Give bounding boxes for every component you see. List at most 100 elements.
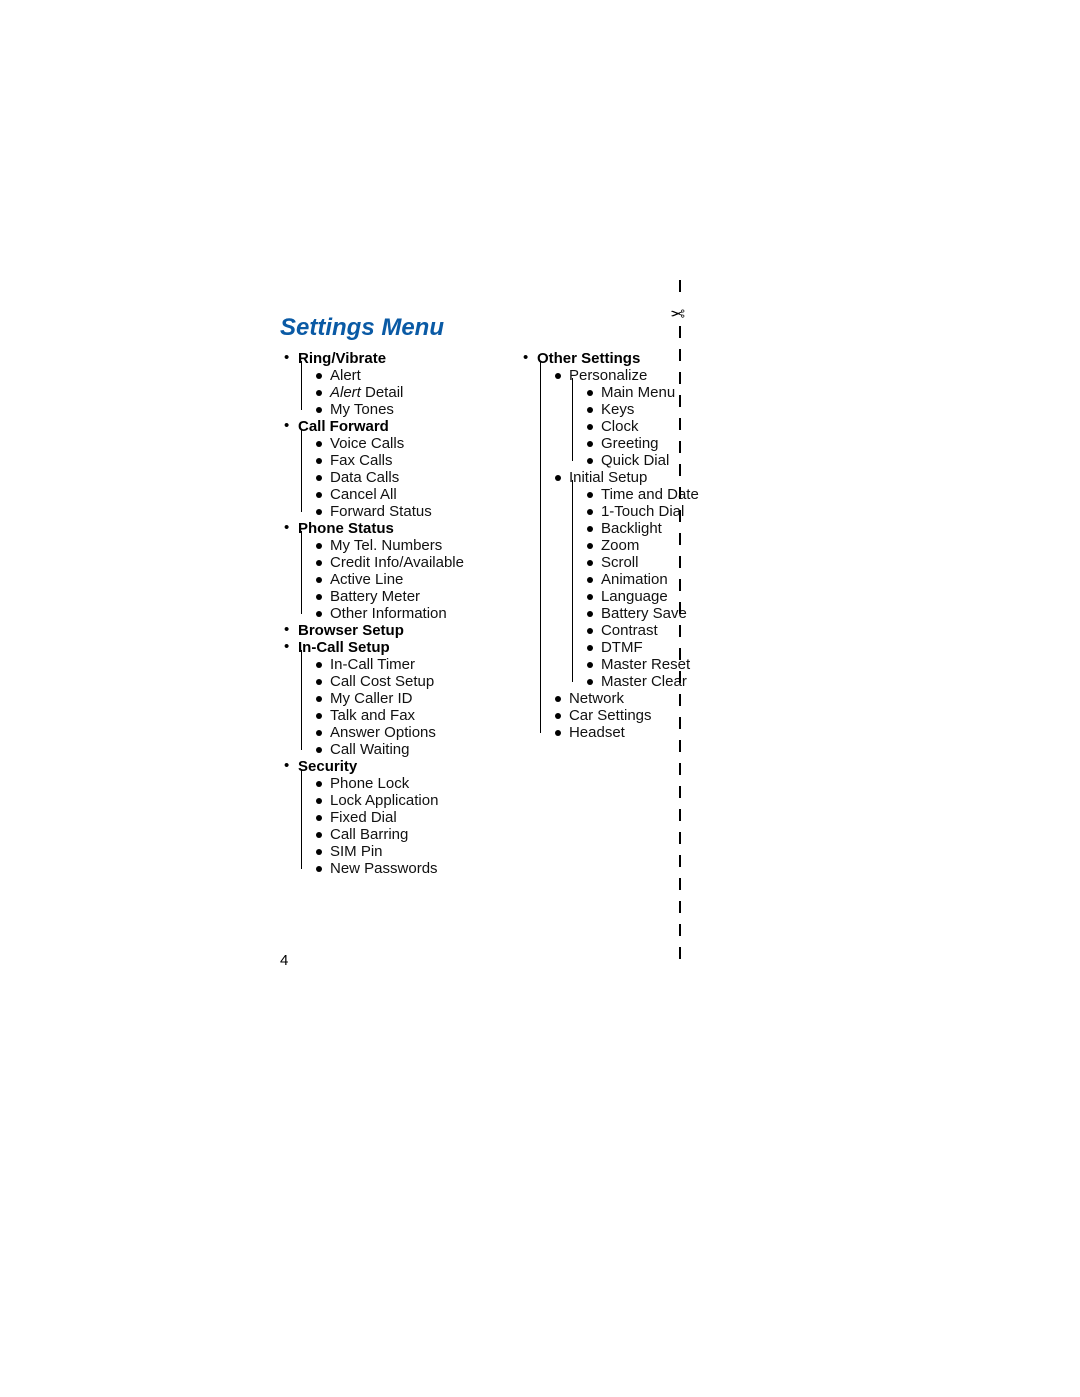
menu-item: Battery Meter — [316, 588, 464, 605]
cut-dash — [679, 556, 681, 568]
menu-item: Call Barring — [316, 826, 464, 843]
menu-item-label: Greeting — [601, 435, 659, 452]
menu-item: Forward Status — [316, 503, 464, 520]
cut-dash — [679, 717, 681, 729]
cut-dash — [679, 740, 681, 752]
menu-item-label: Fixed Dial — [330, 809, 397, 826]
menu-item: Other SettingsPersonalizeMain MenuKeysCl… — [519, 350, 699, 741]
menu-item: New Passwords — [316, 860, 464, 877]
menu-item-label: Backlight — [601, 520, 662, 537]
menu-item-label: My Caller ID — [330, 690, 413, 707]
menu-item-label: Alert — [330, 367, 361, 384]
menu-list-level-2: AlertAlert DetailMy Tones — [298, 367, 464, 418]
menu-item-label: Call Waiting — [330, 741, 409, 758]
menu-item-label: Forward Status — [330, 503, 432, 520]
cut-dash — [679, 809, 681, 821]
cut-line: ✂ — [673, 280, 687, 980]
page: Settings Menu Ring/VibrateAlertAlert Det… — [0, 0, 1080, 1397]
menu-item: Call ForwardVoice CallsFax CallsData Cal… — [280, 418, 464, 520]
cut-dash — [679, 579, 681, 591]
menu-item-label: Alert Detail — [330, 384, 403, 401]
menu-list-level-2: Voice CallsFax CallsData CallsCancel All… — [298, 435, 464, 520]
menu-item: Fixed Dial — [316, 809, 464, 826]
menu-item: Voice Calls — [316, 435, 464, 452]
menu-item: Active Line — [316, 571, 464, 588]
menu-item-label: Active Line — [330, 571, 403, 588]
menu-item-label: Contrast — [601, 622, 658, 639]
scissors-icon: ✂ — [670, 304, 685, 322]
menu-item: Credit Info/Available — [316, 554, 464, 571]
cut-dash — [679, 349, 681, 361]
menu-item: My Caller ID — [316, 690, 464, 707]
menu-item-label: Fax Calls — [330, 452, 393, 469]
menu-item: In-Call SetupIn-Call TimerCall Cost Setu… — [280, 639, 464, 758]
menu-list-level-2: My Tel. NumbersCredit Info/AvailableActi… — [298, 537, 464, 622]
menu-item-label: Answer Options — [330, 724, 436, 741]
menu-list-level-1: Ring/VibrateAlertAlert DetailMy TonesCal… — [280, 350, 464, 877]
menu-item-label: Battery Meter — [330, 588, 420, 605]
menu-item: Lock Application — [316, 792, 464, 809]
menu-columns: Ring/VibrateAlertAlert DetailMy TonesCal… — [280, 350, 699, 877]
cut-dash — [679, 763, 681, 775]
menu-item-label: Language — [601, 588, 668, 605]
cut-dash — [679, 487, 681, 499]
menu-item-label: My Tones — [330, 401, 394, 418]
cut-dash — [679, 648, 681, 660]
menu-item: Phone Lock — [316, 775, 464, 792]
cut-dash — [679, 326, 681, 338]
menu-item: Call Waiting — [316, 741, 464, 758]
menu-item-label: Main Menu — [601, 384, 675, 401]
menu-item-label: Zoom — [601, 537, 639, 554]
cut-dash — [679, 947, 681, 959]
menu-item: SecurityPhone LockLock ApplicationFixed … — [280, 758, 464, 877]
menu-item: My Tel. Numbers — [316, 537, 464, 554]
menu-item-label: 1-Touch Dial — [601, 503, 684, 520]
cut-dash — [679, 418, 681, 430]
menu-item-label: SIM Pin — [330, 843, 383, 860]
cut-dash — [679, 510, 681, 522]
menu-list-level-2: In-Call TimerCall Cost SetupMy Caller ID… — [298, 656, 464, 758]
menu-item-label: New Passwords — [330, 860, 438, 877]
menu-item-label: Cancel All — [330, 486, 397, 503]
cut-dash — [679, 832, 681, 844]
cut-dash — [679, 395, 681, 407]
menu-item-label: My Tel. Numbers — [330, 537, 442, 554]
menu-item-label: Call Forward — [298, 418, 389, 435]
left-column: Ring/VibrateAlertAlert DetailMy TonesCal… — [280, 350, 464, 877]
menu-item-label: Ring/Vibrate — [298, 350, 386, 367]
menu-item: My Tones — [316, 401, 464, 418]
menu-item-label: Phone Lock — [330, 775, 409, 792]
menu-item-label: Browser Setup — [298, 622, 404, 639]
menu-item-label: Credit Info/Available — [330, 554, 464, 571]
menu-list-level-2: Phone LockLock ApplicationFixed DialCall… — [298, 775, 464, 877]
menu-item-label: Scroll — [601, 554, 639, 571]
cut-dash — [679, 786, 681, 798]
menu-item-label: Lock Application — [330, 792, 438, 809]
menu-item: Alert — [316, 367, 464, 384]
menu-item: Phone StatusMy Tel. NumbersCredit Info/A… — [280, 520, 464, 622]
menu-item: Fax Calls — [316, 452, 464, 469]
menu-item: In-Call Timer — [316, 656, 464, 673]
menu-item-label: Headset — [569, 724, 625, 741]
menu-item-label: Security — [298, 758, 357, 775]
menu-item-label: Car Settings — [569, 707, 652, 724]
cut-dash — [679, 602, 681, 614]
menu-item-label: Quick Dial — [601, 452, 669, 469]
menu-item-label: Talk and Fax — [330, 707, 415, 724]
menu-item-label: Call Barring — [330, 826, 408, 843]
page-number: 4 — [280, 952, 288, 969]
cut-dash — [679, 924, 681, 936]
cut-dash — [679, 901, 681, 913]
menu-item: Ring/VibrateAlertAlert DetailMy Tones — [280, 350, 464, 418]
menu-item-label: Other Information — [330, 605, 447, 622]
cut-dash — [679, 694, 681, 706]
cut-dash — [679, 671, 681, 683]
page-title: Settings Menu — [280, 314, 444, 342]
menu-item: Data Calls — [316, 469, 464, 486]
menu-item: Alert Detail — [316, 384, 464, 401]
menu-item-label: Network — [569, 690, 624, 707]
cut-dash — [679, 855, 681, 867]
menu-item: Other Information — [316, 605, 464, 622]
cut-dash — [679, 533, 681, 545]
menu-item-label: Data Calls — [330, 469, 399, 486]
